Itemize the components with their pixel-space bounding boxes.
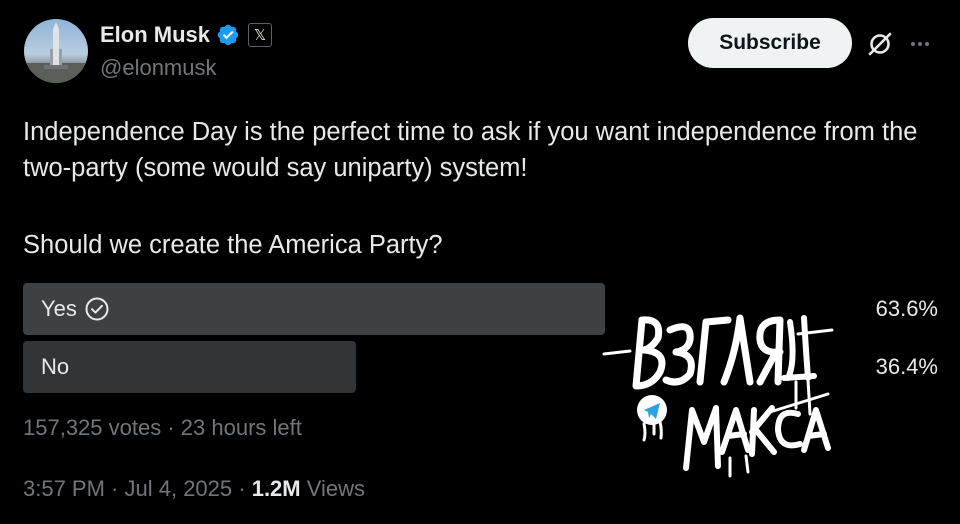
tweet-date[interactable]: Jul 4, 2025 xyxy=(125,476,233,501)
telegram-icon xyxy=(637,395,667,442)
subscribe-button[interactable]: Subscribe xyxy=(688,18,852,68)
poll-option-text: Yes xyxy=(41,296,77,321)
affiliate-x-badge-icon[interactable]: 𝕏 xyxy=(248,23,273,47)
poll-bar-no xyxy=(23,341,356,393)
author-name-row: Elon Musk 𝕏 xyxy=(100,20,273,50)
author-handle[interactable]: @elonmusk xyxy=(100,55,217,81)
tweet-time[interactable]: 3:57 PM xyxy=(23,476,105,501)
verified-badge-icon[interactable] xyxy=(216,23,240,47)
poll-option-label: No xyxy=(41,341,69,393)
poll-option-percent: 36.4% xyxy=(875,354,938,379)
poll-option-text: No xyxy=(41,354,70,379)
poll-time-left: 23 hours left xyxy=(180,415,302,440)
poll-votes: 157,325 votes xyxy=(23,415,162,440)
poll-option-percent: 63.6% xyxy=(875,296,938,321)
more-icon[interactable] xyxy=(906,30,934,58)
poll-meta: 157,325 votes · 23 hours left xyxy=(23,415,302,440)
watermark-logo xyxy=(602,314,834,478)
grok-icon[interactable] xyxy=(866,30,894,58)
tweet-text: Independence Day is the perfect time to … xyxy=(23,118,918,182)
avatar[interactable] xyxy=(24,19,88,83)
views-label: Views xyxy=(306,476,366,501)
poll-bar-yes xyxy=(23,283,605,335)
poll-option-label: Yes xyxy=(41,283,110,335)
tweet-meta: 3:57 PM · Jul 4, 2025 · 1.2M Views xyxy=(23,476,366,501)
check-circle-icon xyxy=(85,297,109,321)
tweet-question: Should we create the America Party? xyxy=(23,231,443,259)
views-count: 1.2M xyxy=(251,476,301,501)
author-name[interactable]: Elon Musk xyxy=(100,22,210,48)
rocket-image xyxy=(24,22,88,83)
